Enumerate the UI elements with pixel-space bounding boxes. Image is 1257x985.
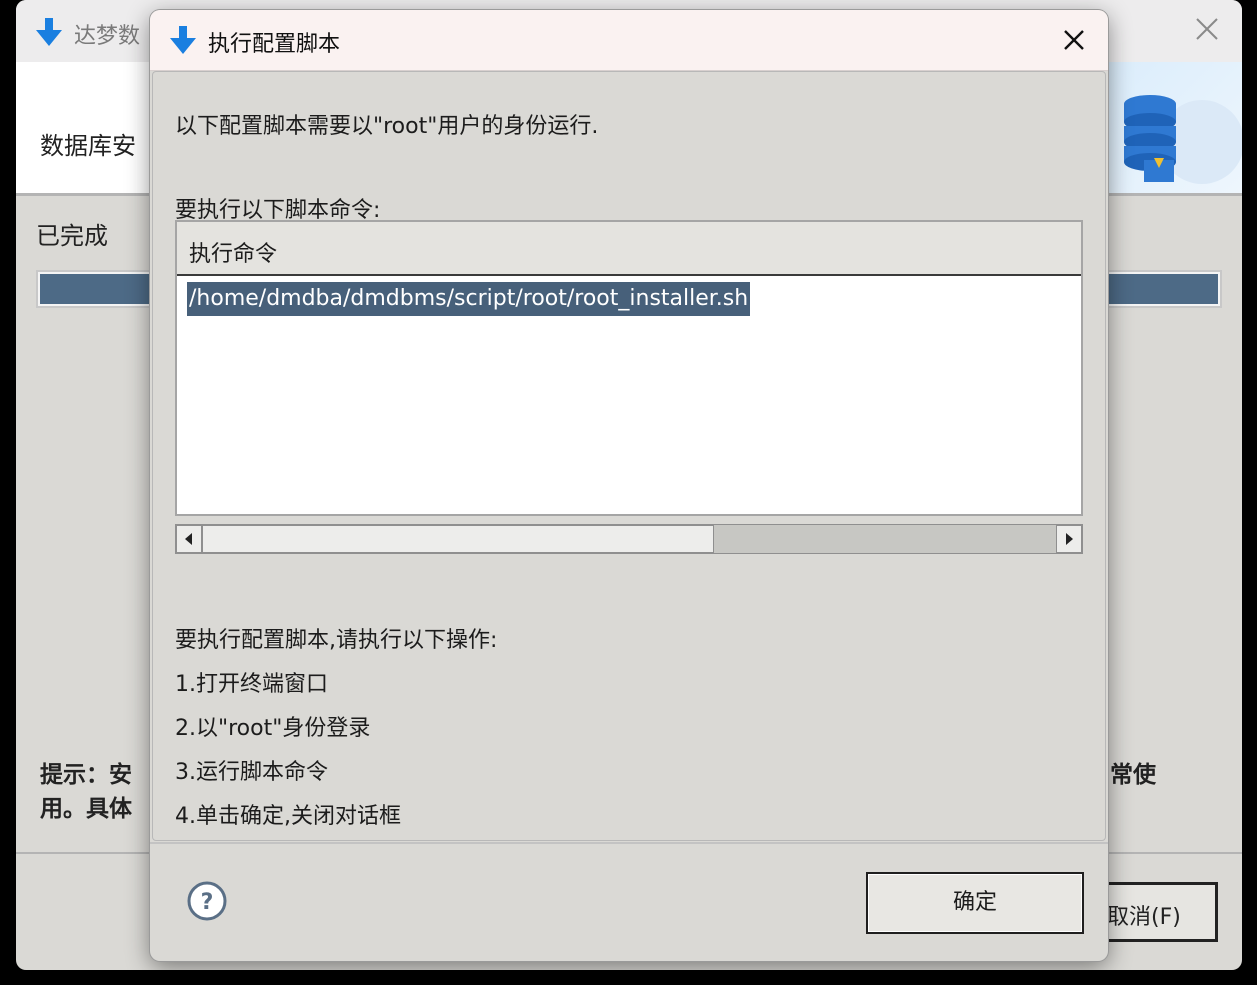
progress-label: 已完成 bbox=[36, 222, 108, 250]
download-arrow-icon bbox=[36, 18, 62, 46]
run-config-script-dialog: 执行配置脚本 以下配置脚本需要以"root"用户的身份运行. 要执行以下脚本命令… bbox=[150, 10, 1108, 961]
close-icon[interactable] bbox=[1060, 26, 1088, 54]
help-icon[interactable]: ? bbox=[186, 880, 228, 922]
arrow-right-icon bbox=[1066, 533, 1073, 545]
dialog-title: 执行配置脚本 bbox=[208, 32, 341, 57]
installer-title: 达梦数 bbox=[74, 24, 141, 49]
dialog-footer-divider bbox=[150, 842, 1108, 844]
download-arrow-icon bbox=[170, 26, 196, 54]
commands-table: 执行命令 /home/dmdba/dmdbms/script/root/root… bbox=[175, 220, 1083, 516]
ok-button[interactable]: 确定 bbox=[866, 872, 1084, 934]
svg-text:?: ? bbox=[201, 890, 214, 915]
horizontal-scrollbar[interactable] bbox=[175, 524, 1083, 554]
steps-heading: 要执行配置脚本,请执行以下操作: bbox=[175, 628, 498, 653]
intro-text: 以下配置脚本需要以"root"用户的身份运行. bbox=[175, 114, 599, 139]
dialog-titlebar: 执行配置脚本 bbox=[150, 10, 1108, 71]
table-row[interactable]: /home/dmdba/dmdbms/script/root/root_inst… bbox=[187, 282, 751, 316]
step-3: 3.运行脚本命令 bbox=[175, 760, 328, 785]
column-header-label: 执行命令 bbox=[189, 242, 278, 267]
step-4: 4.单击确定,关闭对话框 bbox=[175, 804, 401, 829]
scroll-right-button[interactable] bbox=[1056, 525, 1082, 553]
arrow-left-icon bbox=[185, 533, 192, 545]
command-path[interactable]: /home/dmdba/dmdbms/script/root/root_inst… bbox=[187, 282, 751, 316]
step-2: 2.以"root"身份登录 bbox=[175, 716, 371, 741]
banner-text: 数据库安 bbox=[40, 132, 136, 160]
scrollbar-thumb[interactable] bbox=[202, 525, 714, 553]
table-column-header[interactable]: 执行命令 bbox=[177, 222, 1081, 276]
dialog-body: 以下配置脚本需要以"root"用户的身份运行. 要执行以下脚本命令: 执行命令 … bbox=[152, 71, 1106, 841]
scroll-left-button[interactable] bbox=[176, 525, 202, 553]
step-1: 1.打开终端窗口 bbox=[175, 672, 328, 697]
close-icon[interactable] bbox=[1194, 16, 1220, 42]
hint-line-1-tail: 常使 bbox=[1110, 762, 1156, 788]
